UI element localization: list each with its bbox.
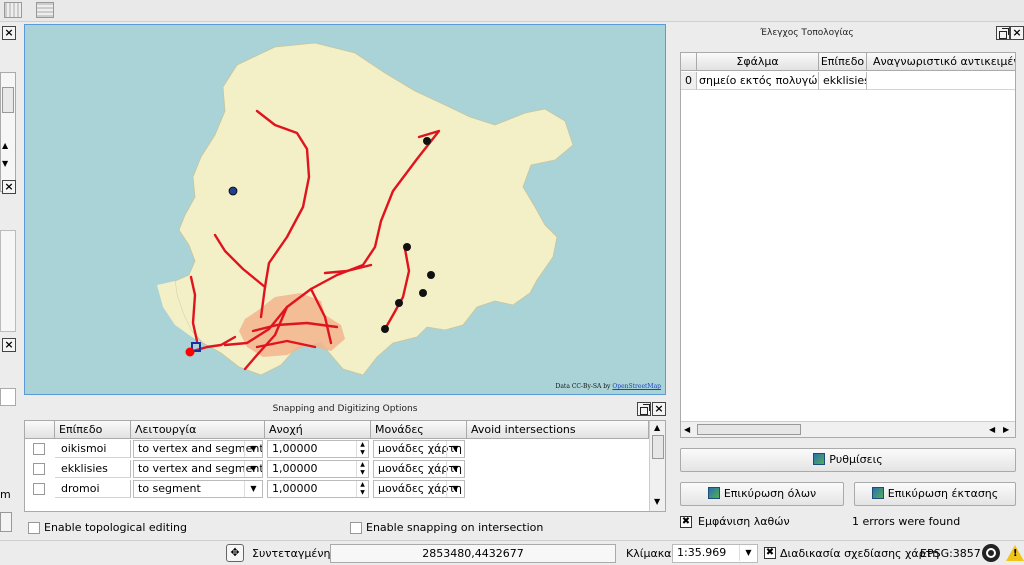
topo-editing-checkbox[interactable] (28, 522, 40, 534)
snap-units-combobox[interactable]: μονάδες χάρτη ▼ (373, 460, 465, 478)
spin-arrows-icon[interactable]: ▲ ▼ (356, 481, 368, 497)
col-header[interactable]: Μονάδες (371, 421, 467, 439)
errors-table: Σφάλμα Επίπεδο Αναγνωριστικό αντικειμένο… (680, 52, 1016, 438)
cut-label: m (0, 488, 11, 501)
scroll-up-icon[interactable]: ▲ (2, 141, 8, 150)
col-header[interactable]: Σφάλμα (697, 53, 819, 71)
crs-icon[interactable] (982, 544, 1000, 562)
snapping-title: Snapping and Digitizing Options (272, 404, 418, 414)
spin-arrows-icon[interactable]: ▲ ▼ (356, 441, 368, 457)
snap-units-combobox[interactable]: μονάδες χάρτη ▼ (373, 480, 465, 498)
layer-enable-checkbox[interactable] (33, 483, 45, 495)
osm-link[interactable]: OpenStreetMap (612, 383, 661, 390)
coord-field[interactable]: 2853480,4432677 (330, 544, 616, 563)
col-header[interactable]: Avoid intersections (467, 421, 649, 439)
close-icon[interactable]: × (2, 338, 16, 352)
layer-enable-checkbox[interactable] (33, 463, 45, 475)
validate-icon (707, 487, 720, 499)
scroll-right-icon[interactable]: ▶ (1003, 425, 1009, 434)
snap-tolerance-spinbox[interactable]: 1,00000 ▲ ▼ (267, 460, 369, 478)
mouse-coordinates-icon[interactable]: ✥ (226, 544, 244, 562)
close-icon[interactable]: × (652, 402, 666, 416)
status-bar: ✥ Συντεταγμένη: 2853480,4432677 Κλίμακα … (0, 540, 1024, 565)
validate-all-button[interactable]: Επικύρωση όλων (680, 482, 844, 506)
float-icon[interactable] (637, 402, 651, 416)
show-errors-checkbox[interactable]: ✖ (680, 516, 692, 528)
close-icon[interactable]: × (1010, 26, 1024, 40)
scale-combobox[interactable]: 1:35.969 ▼ (672, 544, 758, 563)
row-index[interactable]: 0 (681, 72, 697, 90)
close-icon[interactable]: × (2, 26, 16, 40)
snap-mode-combobox[interactable]: to vertex and segment ▼ (133, 440, 263, 458)
chevron-down-icon[interactable]: ▼ (446, 441, 464, 457)
snap-mode-combobox[interactable]: to segment ▼ (133, 480, 263, 498)
error-point (185, 347, 195, 357)
snap-intersection-label: Enable snapping on intersection (366, 521, 544, 534)
chevron-down-icon[interactable]: ▼ (739, 545, 757, 561)
scroll-left-icon[interactable]: ◀ (684, 425, 690, 434)
chevron-down-icon[interactable]: ▼ (244, 441, 262, 457)
layer-cell[interactable]: ekklisies (819, 72, 867, 90)
layer-enable-checkbox[interactable] (33, 443, 45, 455)
snap-intersection-checkbox[interactable] (350, 522, 362, 534)
errors-found-label: 1 errors were found (852, 515, 961, 528)
snap-tolerance-spinbox[interactable]: 1,00000 ▲ ▼ (267, 480, 369, 498)
map-svg (25, 25, 665, 394)
settings-button[interactable]: Ρυθμίσεις (680, 448, 1016, 472)
settlement-point (228, 186, 238, 196)
col-header[interactable]: Ανοχή (265, 421, 371, 439)
snapping-table: Επίπεδο Λειτουργία Ανοχή Μονάδες Avoid i… (24, 420, 666, 512)
topology-panel: Έλεγχος Τοπολογίας × Σφάλμα Επίπεδο Αναγ… (672, 24, 1024, 534)
map-attribution: Data CC-By-SA by OpenStreetMap (555, 383, 661, 390)
chevron-down-icon[interactable]: ▼ (446, 461, 464, 477)
toolbar-tool-icon-2[interactable] (36, 2, 54, 18)
id-cell[interactable] (867, 72, 1015, 90)
scrollbar-horizontal[interactable]: ◀ ◀ ▶ (681, 421, 1015, 437)
map-canvas[interactable]: Data CC-By-SA by OpenStreetMap (24, 24, 666, 395)
toolbar-strip (0, 0, 1024, 22)
scrollbar-vertical[interactable]: ▲ ▼ (649, 421, 665, 511)
validate-icon (871, 487, 884, 499)
render-checkbox[interactable]: ✖ (764, 547, 776, 559)
snap-layer-cell: oikismoi (55, 440, 131, 458)
chevron-down-icon[interactable]: ▼ (244, 481, 262, 497)
col-header[interactable]: Λειτουργία (131, 421, 265, 439)
scale-label: Κλίμακα (626, 547, 672, 560)
settings-icon (813, 453, 826, 465)
scroll-up-icon[interactable]: ▲ (654, 423, 660, 432)
scroll-right-icon[interactable]: ◀ (989, 425, 995, 434)
spin-arrows-icon[interactable]: ▲ ▼ (356, 461, 368, 477)
float-icon[interactable] (996, 26, 1010, 40)
col-header[interactable]: Επίπεδο (819, 53, 867, 71)
snap-tolerance-spinbox[interactable]: 1,00000 ▲ ▼ (267, 440, 369, 458)
chevron-down-icon[interactable]: ▼ (446, 481, 464, 497)
select-all-header[interactable] (25, 421, 55, 439)
show-errors-label: Εμφάνιση λαθών (698, 515, 790, 528)
toolbar-tool-icon[interactable] (4, 2, 22, 18)
snapping-panel: Snapping and Digitizing Options × Επίπεδ… (22, 400, 668, 514)
col-header[interactable]: Αναγνωριστικό αντικειμένου (867, 53, 1015, 71)
scroll-down-icon[interactable]: ▼ (2, 159, 8, 168)
error-cell[interactable]: σημείο εκτός πολυγώνου (697, 72, 819, 90)
snap-layer-cell: ekklisies (55, 460, 131, 478)
warning-icon[interactable]: ! (1006, 545, 1024, 561)
render-label: Διαδικασία σχεδίασης χάρτη (780, 547, 940, 560)
topology-title: Έλεγχος Τοπολογίας (760, 28, 854, 38)
crs-label[interactable]: EPSG:3857 (920, 547, 981, 560)
snap-units-combobox[interactable]: μονάδες χάρτη ▼ (373, 440, 465, 458)
snap-mode-combobox[interactable]: to vertex and segment ▼ (133, 460, 263, 478)
scroll-down-icon[interactable]: ▼ (654, 497, 660, 506)
topo-editing-label: Enable topological editing (44, 521, 188, 534)
coord-label: Συντεταγμένη: (252, 547, 335, 560)
scrollbar[interactable]: ▲ ▼ (0, 72, 16, 192)
validate-extent-button[interactable]: Επικύρωση έκτασης (854, 482, 1016, 506)
chevron-down-icon[interactable]: ▼ (244, 461, 262, 477)
close-icon[interactable]: × (2, 180, 16, 194)
snap-layer-cell: dromoi (55, 480, 131, 498)
col-header[interactable]: Επίπεδο (55, 421, 131, 439)
left-dock: × ▲ ▼ × × m (0, 22, 20, 542)
